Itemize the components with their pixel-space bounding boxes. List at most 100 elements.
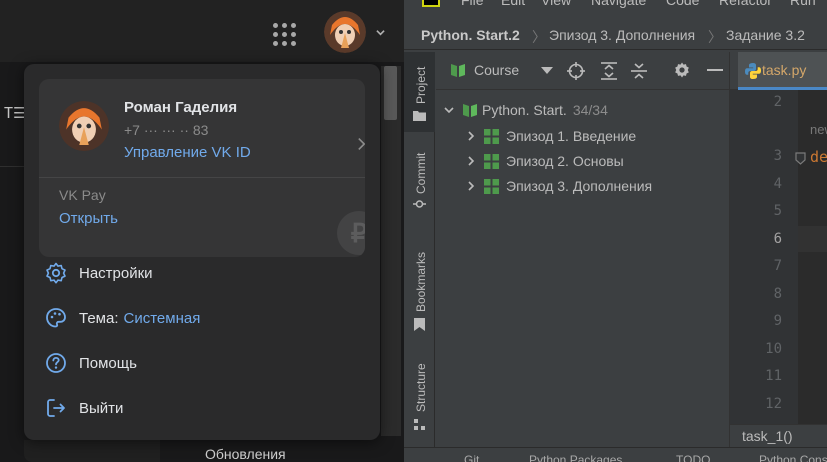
menu-item-label: Выйти: [79, 399, 124, 417]
menu-item-theme[interactable]: Тема: Системная: [44, 303, 364, 333]
editor-tab-task-py[interactable]: task.py: [738, 52, 827, 90]
gear-icon[interactable]: [673, 61, 691, 79]
code-editor: task.py 2 3 4 5 6 7 8 9 10 11 12 new de …: [729, 52, 827, 447]
line-number: 9: [773, 313, 782, 329]
menu-refactor[interactable]: Refactor: [719, 0, 772, 8]
tree-item-episode-3[interactable]: Эпизод 3. Дополнения: [466, 174, 652, 198]
menu-navigate[interactable]: Navigate: [591, 0, 646, 8]
menu-item-logout[interactable]: Выйти: [44, 393, 364, 423]
apps-grid-icon[interactable]: [273, 23, 297, 46]
bookmark-icon: [414, 318, 425, 331]
divider: [0, 166, 24, 167]
menu-run[interactable]: Run: [790, 0, 816, 8]
dropdown-arrow-icon[interactable]: [541, 67, 553, 75]
vk-pay-open-link[interactable]: Открыть: [59, 210, 118, 227]
tree-item-label: Эпизод 1. Введение: [506, 128, 637, 144]
course-book-icon: [463, 104, 477, 117]
chevron-right-icon[interactable]: [466, 156, 476, 166]
project-panel: Course Python. Start. 34/34 Эпизод 1. Вв…: [436, 52, 729, 447]
fold-marker-icon[interactable]: [795, 152, 806, 165]
code-text-area[interactable]: [798, 90, 827, 425]
theme-value: Системная: [123, 309, 201, 327]
tree-root-label: Python. Start.: [482, 102, 567, 118]
breadcrumb-lesson[interactable]: Эпизод 3. Дополнения: [549, 27, 695, 43]
hide-panel-icon[interactable]: [707, 69, 723, 72]
python-file-icon: [745, 63, 761, 79]
updates-heading: Обновления: [205, 446, 286, 462]
menu-view[interactable]: View: [541, 0, 571, 8]
line-number: 11: [765, 368, 782, 384]
pycharm-window: File Edit View Navigate Code Refactor Ru…: [404, 0, 827, 462]
tree-item-label: Эпизод 3. Дополнения: [506, 178, 653, 194]
menu-edit[interactable]: Edit: [501, 0, 525, 8]
tab-bookmarks[interactable]: Bookmarks: [404, 242, 435, 337]
profile-avatar-button[interactable]: [324, 11, 366, 53]
course-book-icon: [451, 64, 465, 77]
breadcrumb-project[interactable]: Python. Start.2: [421, 27, 520, 43]
page-scrollbar[interactable]: [381, 66, 401, 436]
card-divider: [39, 177, 365, 178]
tree-item-episode-1[interactable]: Эпизод 1. Введение: [466, 124, 636, 148]
chevron-right-icon[interactable]: [466, 181, 476, 191]
function-crumb[interactable]: task_1(): [742, 428, 793, 444]
user-card[interactable]: Роман Гаделия +7 ··· ··· ·· 83 Управлени…: [39, 79, 365, 257]
user-avatar: [59, 101, 109, 151]
commit-icon: [413, 200, 426, 208]
lesson-grid-icon: [484, 128, 499, 144]
menu-item-help[interactable]: Помощь: [44, 348, 364, 378]
project-view-selector[interactable]: Course: [474, 62, 519, 78]
tab-project[interactable]: Project: [404, 52, 435, 132]
chevron-down-icon[interactable]: [376, 28, 385, 37]
chevron-down-icon[interactable]: [444, 105, 454, 115]
line-number: 3: [773, 148, 782, 164]
progress-count: 34/34: [572, 102, 608, 118]
background-card: [24, 440, 160, 462]
collapse-all-icon[interactable]: [631, 62, 647, 80]
profile-dropdown-menu: Роман Гаделия +7 ··· ··· ·· 83 Управлени…: [24, 64, 380, 440]
chevron-right-icon: [358, 138, 365, 150]
editor-tabs: task.py: [730, 52, 827, 90]
tree-root[interactable]: Python. Start. 34/34: [444, 98, 608, 122]
user-phone: +7 ··· ··· ·· 83: [124, 122, 209, 138]
status-python-packages[interactable]: Python Packages: [529, 453, 622, 462]
lesson-grid-icon: [484, 178, 499, 194]
project-toolbar: Course: [436, 52, 729, 90]
tree-item-episode-2[interactable]: Эпизод 2. Основы: [466, 149, 624, 173]
menu-item-settings[interactable]: Настройки: [44, 258, 364, 288]
pycharm-logo-icon[interactable]: [422, 0, 440, 7]
locate-icon[interactable]: [567, 62, 585, 80]
line-number-gutter: 2 3 4 5 6 7 8 9 10 11 12: [730, 90, 798, 425]
menu-item-label: Помощь: [79, 354, 137, 372]
line-number: 2: [773, 94, 782, 110]
line-number: 10: [765, 341, 782, 357]
breadcrumb-separator: 〉: [708, 29, 722, 45]
breadcrumb: Python. Start.2 〉 Эпизод 3. Дополнения 〉…: [404, 22, 827, 50]
tool-window-status-bar: Git Python Packages TODO Python Console: [404, 447, 827, 462]
menu-file[interactable]: File: [461, 0, 484, 8]
status-python-console[interactable]: Python Console: [759, 453, 827, 462]
menu-code[interactable]: Code: [666, 0, 699, 8]
chevron-right-icon[interactable]: [466, 131, 476, 141]
editor-tab-label: task.py: [762, 62, 807, 78]
tool-window-bar: Project Commit Bookmarks Structure: [404, 52, 435, 447]
gear-icon: [46, 262, 66, 284]
editor-breadcrumb: task_1(): [730, 424, 827, 447]
scrollbar-thumb[interactable]: [384, 66, 397, 120]
line-number: 5: [773, 203, 782, 219]
menu-item-label: Настройки: [79, 264, 153, 282]
expand-all-icon[interactable]: [601, 62, 617, 80]
user-name: Роман Гаделия: [124, 99, 238, 116]
line-number-current: 6: [773, 231, 782, 247]
help-icon: [46, 353, 66, 373]
status-todo[interactable]: TODO: [676, 453, 710, 462]
vk-window: T☰ Обновления Роман Гаделия +7 ··· ··· ·…: [0, 0, 404, 462]
line-number: 4: [773, 176, 782, 192]
manage-vk-id-link[interactable]: Управление VK ID: [124, 144, 251, 161]
tab-structure[interactable]: Structure: [404, 352, 435, 432]
status-git[interactable]: Git: [464, 453, 479, 462]
vk-header: [0, 0, 404, 62]
tab-commit[interactable]: Commit: [404, 142, 435, 214]
menu-item-label: Тема:: [79, 309, 119, 327]
breadcrumb-task[interactable]: Задание 3.2: [726, 27, 805, 43]
line-number: 8: [773, 286, 782, 302]
